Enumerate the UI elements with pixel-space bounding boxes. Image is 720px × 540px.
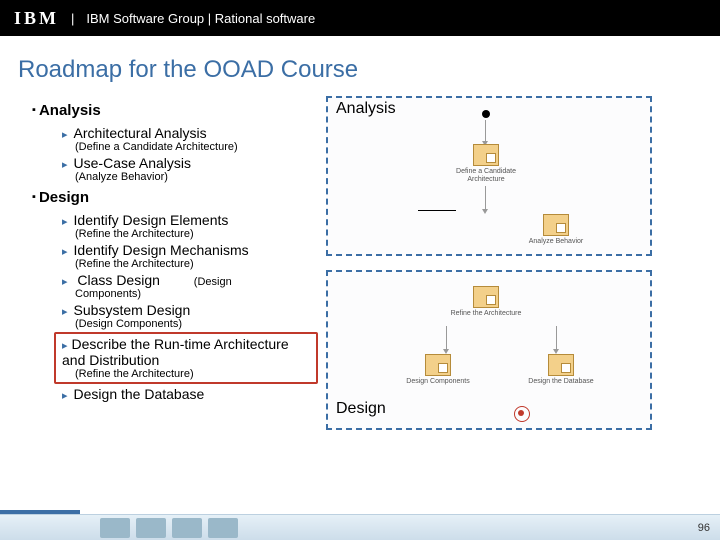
- sync-bar-icon: [418, 210, 456, 211]
- analysis-label: Analysis: [336, 100, 396, 118]
- node-design-components: Design Components: [398, 354, 478, 386]
- item-class-design: Class Design (Design Components): [62, 272, 318, 300]
- item-title-text: Class Design: [77, 272, 159, 288]
- item-sub: (Design Components): [75, 318, 318, 330]
- item-sub: (Refine the Architecture): [75, 258, 318, 270]
- item-identify-design-elements: Identify Design Elements (Refine the Arc…: [62, 212, 318, 240]
- activity-icon: [473, 286, 499, 308]
- footer-graphic: [100, 518, 260, 538]
- activity-icon: [543, 214, 569, 236]
- page-number: 96: [698, 522, 710, 534]
- arrow: [485, 186, 486, 210]
- node-label: Analyze Behavior: [516, 238, 596, 246]
- item-sub: Components): [75, 288, 318, 300]
- ibm-logo: IBM: [14, 8, 59, 29]
- item-sub: (Analyze Behavior): [75, 171, 318, 183]
- item-inline-sub: (Design: [194, 276, 232, 288]
- highlight-target-icon: [512, 404, 530, 422]
- section-analysis: Analysis: [32, 102, 318, 119]
- item-subsystem-design: Subsystem Design (Design Components): [62, 302, 318, 330]
- item-title: Identify Design Elements: [62, 212, 318, 228]
- activity-icon: [425, 354, 451, 376]
- activity-icon: [473, 144, 499, 166]
- item-describe-runtime: Describe the Run-time Architecture and D…: [54, 332, 318, 384]
- item-architectural-analysis: Architectural Analysis (Define a Candida…: [62, 125, 318, 153]
- item-title: Identify Design Mechanisms: [62, 242, 318, 258]
- start-node-icon: [482, 110, 490, 118]
- node-label: Design Components: [398, 378, 478, 386]
- arrow: [485, 120, 486, 142]
- item-design-database: Design the Database: [62, 386, 318, 402]
- workflow-diagram: Analysis Design Define a Candidate Archi…: [326, 96, 656, 456]
- content-area: Analysis Architectural Analysis (Define …: [0, 96, 720, 456]
- node-analyze-behavior: Analyze Behavior: [516, 214, 596, 246]
- page-title: Roadmap for the OOAD Course: [18, 56, 720, 84]
- header-text: IBM Software Group | Rational software: [86, 11, 315, 26]
- activity-icon: [548, 354, 574, 376]
- header-bar: IBM | IBM Software Group | Rational soft…: [0, 0, 720, 36]
- item-title: Architectural Analysis: [62, 125, 318, 141]
- footer: 96: [0, 514, 720, 540]
- item-sub: (Refine the Architecture): [75, 228, 318, 240]
- node-label: Refine the Architecture: [446, 310, 526, 318]
- node-refine-architecture: Refine the Architecture: [446, 286, 526, 318]
- node-label: Design the Database: [521, 378, 601, 386]
- node-design-database: Design the Database: [521, 354, 601, 386]
- arrow: [446, 326, 447, 350]
- section-design: Design: [32, 189, 318, 206]
- item-title: Class Design (Design: [62, 272, 318, 288]
- node-define-candidate: Define a Candidate Architecture: [446, 144, 526, 183]
- design-label: Design: [336, 400, 386, 418]
- item-sub: (Refine the Architecture): [75, 368, 310, 380]
- item-title: Design the Database: [62, 386, 318, 402]
- arrow: [556, 326, 557, 350]
- item-use-case-analysis: Use-Case Analysis (Analyze Behavior): [62, 155, 318, 183]
- item-title: Use-Case Analysis: [62, 155, 318, 171]
- diagram-panel: Analysis Design Define a Candidate Archi…: [326, 96, 702, 456]
- item-identify-design-mechanisms: Identify Design Mechanisms (Refine the A…: [62, 242, 318, 270]
- outline: Analysis Architectural Analysis (Define …: [18, 96, 318, 456]
- item-title: Subsystem Design: [62, 302, 318, 318]
- header-separator: |: [71, 11, 74, 26]
- item-title: Describe the Run-time Architecture and D…: [62, 336, 310, 368]
- item-sub: (Define a Candidate Architecture): [75, 141, 318, 153]
- node-label: Define a Candidate Architecture: [446, 168, 526, 183]
